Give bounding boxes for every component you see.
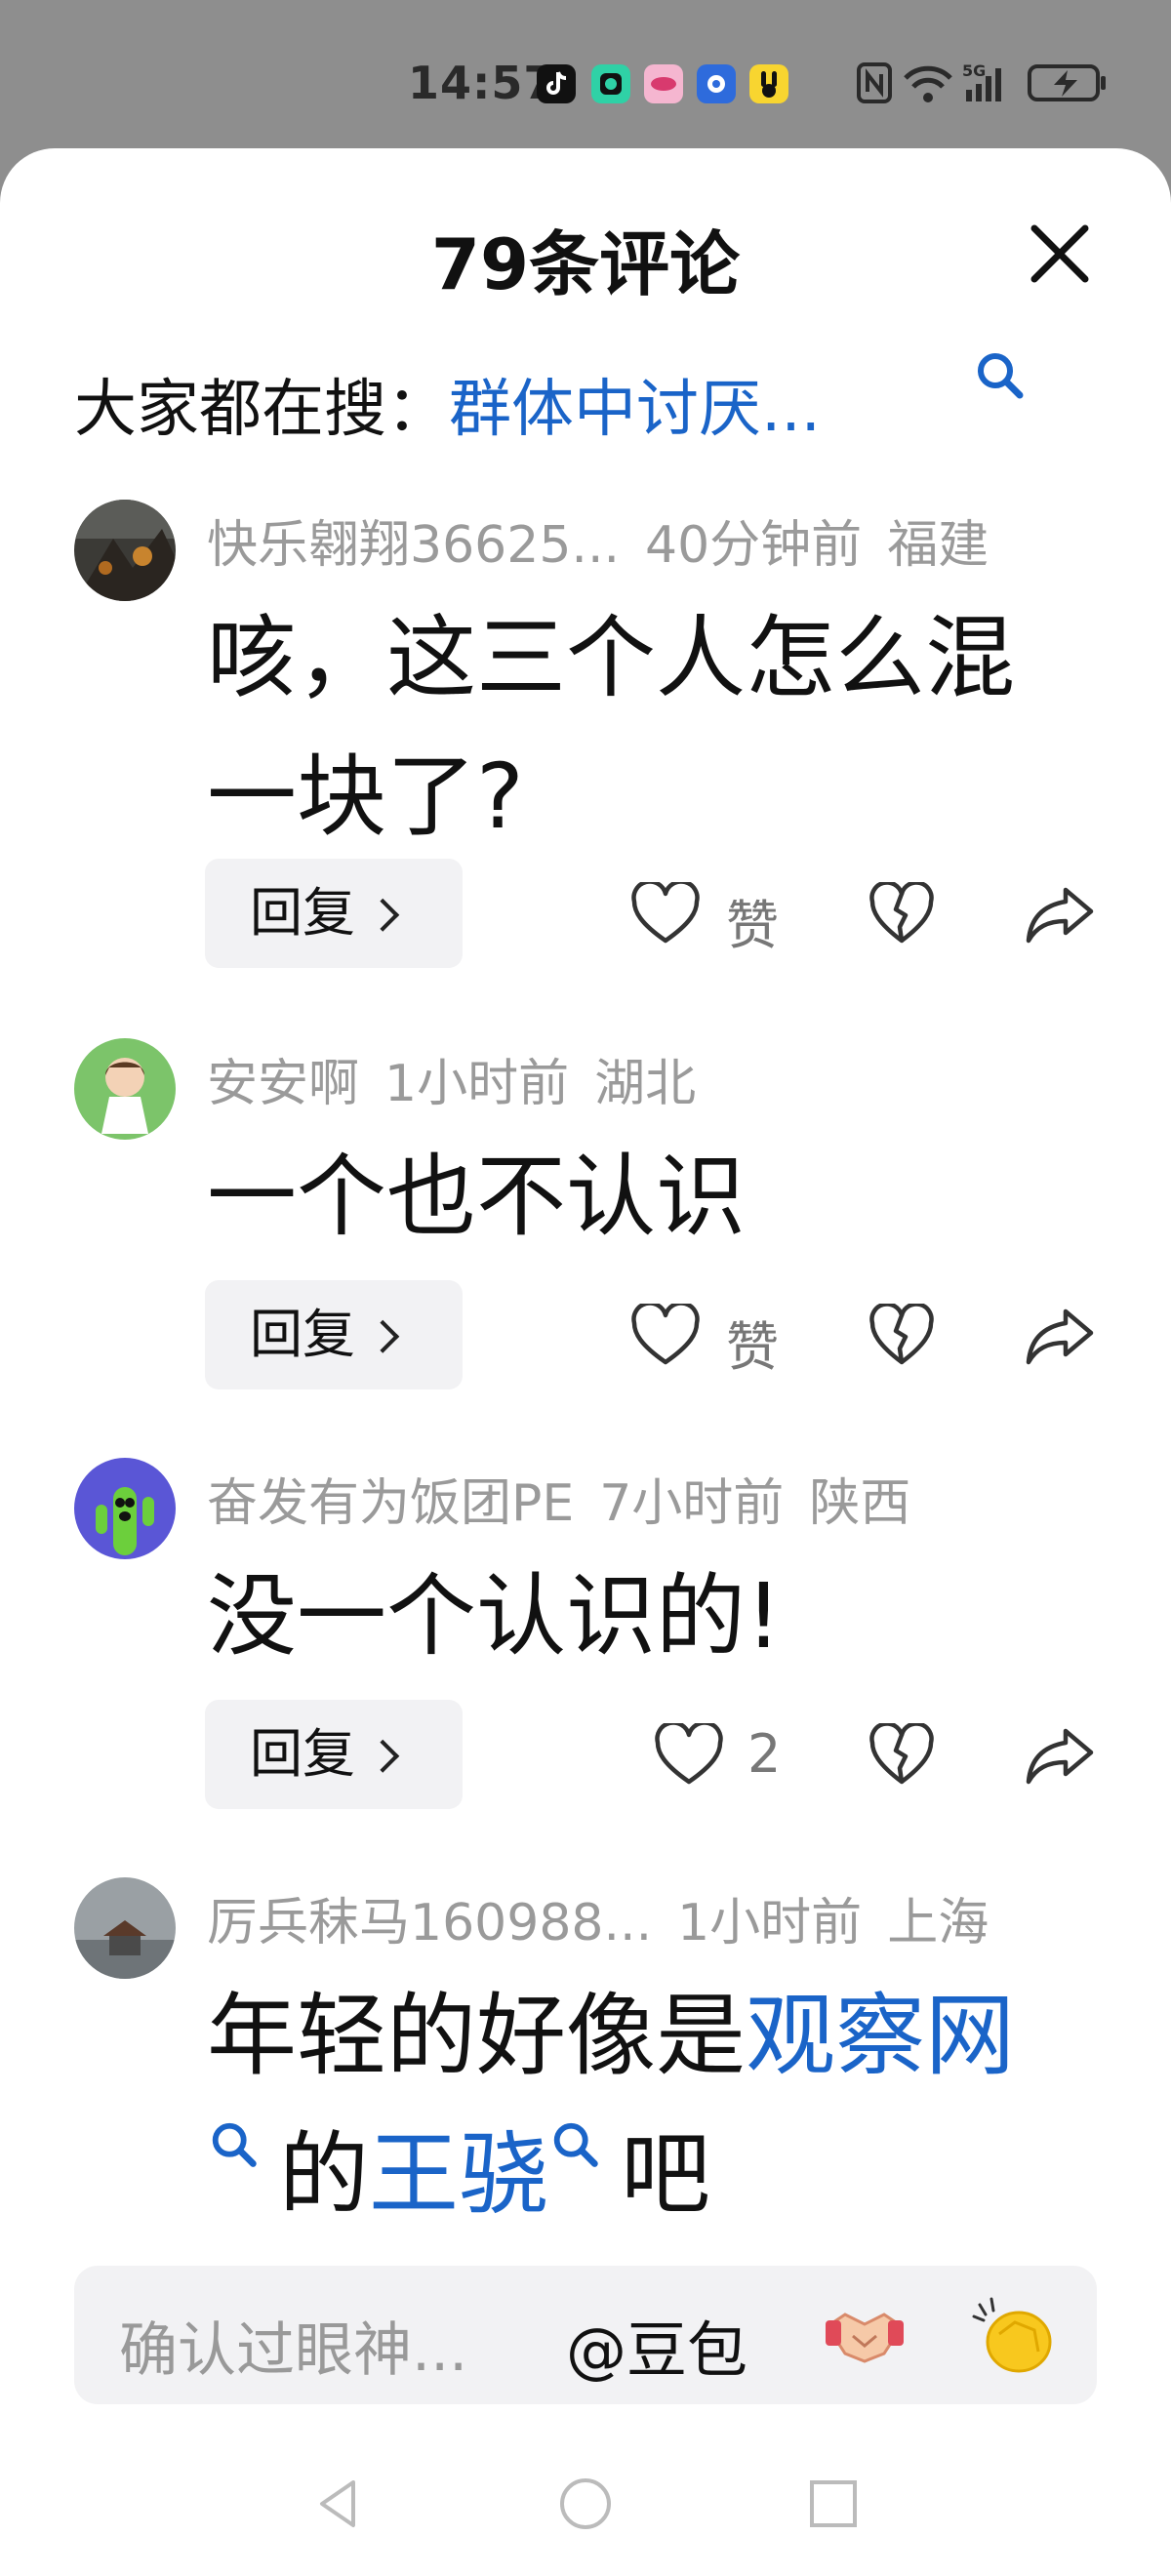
avatar[interactable]: [74, 1877, 176, 1979]
dislike-broken-heart-icon[interactable]: [868, 880, 935, 946]
nav-recents-button[interactable]: [804, 2475, 863, 2533]
comment-text-part: 年轻的好像是: [207, 1984, 747, 2088]
battery-charging-icon: [1027, 60, 1109, 109]
handshake-emoji-button[interactable]: [824, 2297, 906, 2373]
comment-time: 7小时前: [599, 1474, 785, 1533]
comments-count-title: 79条评论: [430, 223, 741, 305]
entity-link[interactable]: 观察网: [746, 1984, 1015, 2088]
comment-location: 福建: [887, 516, 989, 575]
like-label[interactable]: 赞: [726, 1304, 779, 1381]
rabbit-app-icon: [749, 64, 788, 103]
reply-button[interactable]: 回复: [205, 1700, 463, 1809]
nav-back-button[interactable]: [308, 2475, 367, 2533]
clapping-emoji-button[interactable]: [970, 2295, 1058, 2377]
tiktok-app-icon: [537, 64, 576, 103]
username[interactable]: 厉兵秣马160988...: [207, 1894, 652, 1952]
system-nav-bar: [0, 2432, 1171, 2576]
chevron-right-icon: [366, 1739, 400, 1773]
comment-text: 年轻的好像是观察网的王骁吧: [207, 1967, 1085, 2244]
back-triangle-icon: [320, 2480, 355, 2527]
comment-time: 1小时前: [677, 1894, 863, 1952]
reply-button[interactable]: 回复: [205, 1280, 463, 1389]
avatar[interactable]: [74, 1038, 176, 1140]
comment-text-part: 吧: [621, 2122, 711, 2227]
username[interactable]: 快乐翱翔36625...: [207, 516, 620, 575]
like-heart-icon[interactable]: [630, 879, 701, 946]
comment-input-bar[interactable]: 确认过眼神... @豆包: [74, 2266, 1097, 2404]
close-button[interactable]: [1025, 219, 1095, 289]
username[interactable]: 安安啊: [207, 1055, 359, 1113]
recents-square-icon: [810, 2480, 857, 2527]
like-heart-icon[interactable]: [630, 1301, 701, 1368]
trending-search[interactable]: 大家都在搜：群体中讨厌...: [74, 359, 821, 449]
reply-label: 回复: [250, 1723, 355, 1785]
comment-item: 安安啊 1小时前 湖北 一个也不认识 回复 赞: [0, 1038, 1171, 1389]
share-arrow-icon[interactable]: [1025, 882, 1095, 946]
comment-meta: 奋发有为饭团PE 7小时前 陕西: [207, 1462, 936, 1535]
comment-input-placeholder[interactable]: 确认过眼神...: [119, 2303, 467, 2388]
clapping-hands-icon: [972, 2297, 1052, 2373]
status-bar: 14:57 5G: [0, 0, 1171, 156]
share-arrow-icon[interactable]: [1025, 1723, 1095, 1788]
comment-text: 咳，这三个人怎么混一块了?: [207, 606, 1016, 849]
avatar[interactable]: [74, 500, 176, 601]
avatar[interactable]: [74, 1458, 176, 1559]
comment-location: 湖北: [594, 1055, 697, 1113]
nfc-icon: [855, 60, 894, 109]
comment-time: 40分钟前: [645, 516, 863, 575]
comment-text-part: 的: [279, 2122, 370, 2227]
trending-keyword-link[interactable]: 群体中讨厌...: [449, 374, 821, 446]
comment-item: 厉兵秣马160988... 1小时前 上海 年轻的好像是观察网的王骁吧: [0, 1877, 1171, 2227]
camera-app-icon: [591, 64, 630, 103]
svg-text:5G: 5G: [962, 61, 986, 80]
comment-item: 奋发有为饭团PE 7小时前 陕西 没一个认识的! 回复 2: [0, 1458, 1171, 1809]
chevron-right-icon: [366, 898, 400, 932]
signal-5g-icon: 5G: [962, 60, 1017, 109]
reply-label: 回复: [250, 882, 355, 944]
username[interactable]: 奋发有为饭团PE: [207, 1474, 574, 1533]
close-icon: [1030, 224, 1089, 283]
comment-location: 上海: [887, 1894, 989, 1952]
trending-prefix: 大家都在搜：: [74, 374, 449, 446]
like-label[interactable]: 赞: [726, 882, 779, 959]
search-icon[interactable]: [972, 349, 1030, 408]
comment-meta: 厉兵秣马160988... 1小时前 上海: [207, 1881, 1014, 1954]
comment-location: 陕西: [809, 1474, 911, 1533]
comments-sheet: 79条评论 大家都在搜：群体中讨厌... 快乐翱翔36625... 40分钟前 福建…: [0, 148, 1171, 2576]
wifi-icon: [902, 60, 954, 109]
handshake-icon: [825, 2313, 905, 2363]
mention-button[interactable]: @豆包: [566, 2301, 747, 2389]
comment-meta: 安安啊 1小时前 湖北: [207, 1042, 721, 1115]
comment-text: 一个也不认识: [207, 1145, 747, 1249]
reply-button[interactable]: 回复: [205, 859, 463, 968]
comment-item: 快乐翱翔36625... 40分钟前 福建 咳，这三个人怎么混一块了? 回复 赞: [0, 500, 1171, 968]
comment-time: 1小时前: [384, 1055, 570, 1113]
like-count[interactable]: 2: [747, 1723, 781, 1785]
dislike-broken-heart-icon[interactable]: [868, 1302, 935, 1368]
entity-link[interactable]: 王骁: [369, 2122, 548, 2227]
search-icon[interactable]: [548, 2119, 605, 2176]
like-heart-icon[interactable]: [654, 1720, 724, 1788]
dislike-broken-heart-icon[interactable]: [868, 1721, 935, 1788]
home-circle-icon: [560, 2478, 611, 2529]
reply-label: 回复: [250, 1304, 355, 1365]
nav-home-button[interactable]: [556, 2475, 615, 2533]
blue-app-icon: [697, 64, 736, 103]
share-arrow-icon[interactable]: [1025, 1304, 1095, 1368]
chevron-right-icon: [366, 1319, 400, 1353]
comment-text: 没一个认识的!: [207, 1564, 782, 1669]
comment-meta: 快乐翱翔36625... 40分钟前 福建: [207, 503, 1014, 577]
status-time: 14:57: [408, 57, 556, 109]
search-icon[interactable]: [207, 2119, 263, 2176]
lips-app-icon: [644, 64, 683, 103]
